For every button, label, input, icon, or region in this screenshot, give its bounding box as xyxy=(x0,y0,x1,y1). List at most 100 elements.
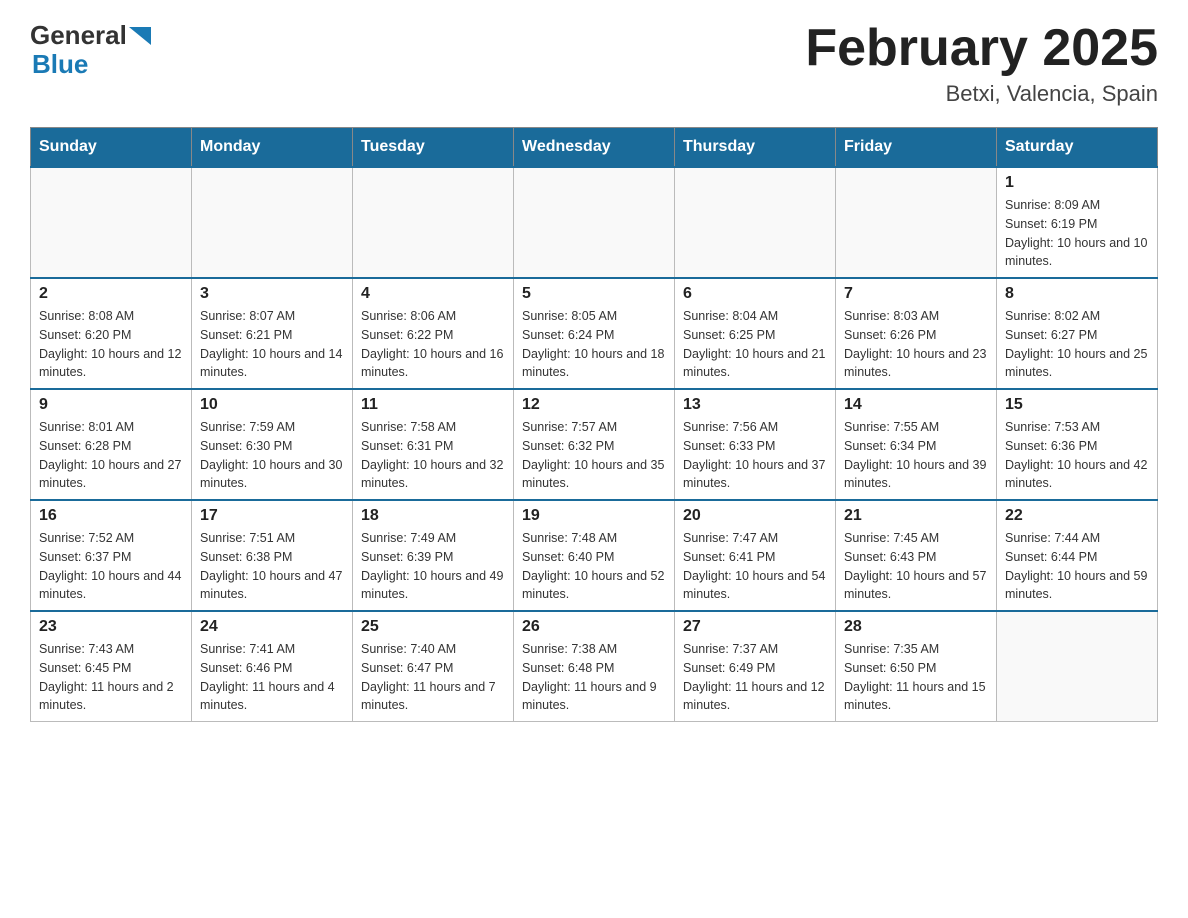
week-row-1: 1 Sunrise: 8:09 AMSunset: 6:19 PMDaylight… xyxy=(31,167,1158,278)
day-info: Sunrise: 8:06 AMSunset: 6:22 PMDaylight:… xyxy=(361,307,505,382)
calendar-cell xyxy=(836,167,997,278)
header-row: SundayMondayTuesdayWednesdayThursdayFrid… xyxy=(31,128,1158,168)
week-row-5: 23Sunrise: 7:43 AMSunset: 6:45 PMDayligh… xyxy=(31,611,1158,722)
calendar-cell: 10Sunrise: 7:59 AMSunset: 6:30 PMDayligh… xyxy=(192,389,353,500)
day-info: Sunrise: 7:48 AMSunset: 6:40 PMDaylight:… xyxy=(522,529,666,604)
day-info: Sunrise: 8:07 AMSunset: 6:21 PMDaylight:… xyxy=(200,307,344,382)
calendar-cell: 5 Sunrise: 8:05 AMSunset: 6:24 PMDaylight… xyxy=(514,278,675,389)
calendar-cell: 17Sunrise: 7:51 AMSunset: 6:38 PMDayligh… xyxy=(192,500,353,611)
calendar-body: 1 Sunrise: 8:09 AMSunset: 6:19 PMDaylight… xyxy=(31,167,1158,722)
day-number: 25 xyxy=(361,618,505,636)
logo-arrow-icon xyxy=(129,27,151,45)
day-info: Sunrise: 8:05 AMSunset: 6:24 PMDaylight:… xyxy=(522,307,666,382)
logo: General Blue xyxy=(30,20,151,80)
page-header: General Blue February 2025 Betxi, Valenc… xyxy=(30,20,1158,107)
calendar-cell: 28 Sunrise: 7:35 AMSunset: 6:50 PMDayligh… xyxy=(836,611,997,722)
logo-general-text: General xyxy=(30,20,127,51)
calendar-cell: 13 Sunrise: 7:56 AMSunset: 6:33 PMDayligh… xyxy=(675,389,836,500)
day-number: 2 xyxy=(39,285,183,303)
day-number: 22 xyxy=(1005,507,1149,525)
day-info: Sunrise: 7:55 AMSunset: 6:34 PMDaylight:… xyxy=(844,418,988,493)
header-cell-thursday: Thursday xyxy=(675,128,836,168)
calendar-cell: 26Sunrise: 7:38 AMSunset: 6:48 PMDayligh… xyxy=(514,611,675,722)
calendar-cell: 22 Sunrise: 7:44 AMSunset: 6:44 PMDayligh… xyxy=(997,500,1158,611)
week-row-2: 2Sunrise: 8:08 AMSunset: 6:20 PMDaylight… xyxy=(31,278,1158,389)
day-number: 27 xyxy=(683,618,827,636)
calendar-cell: 24Sunrise: 7:41 AMSunset: 6:46 PMDayligh… xyxy=(192,611,353,722)
calendar-subtitle: Betxi, Valencia, Spain xyxy=(805,81,1158,107)
calendar-cell xyxy=(675,167,836,278)
day-number: 4 xyxy=(361,285,505,303)
header-cell-tuesday: Tuesday xyxy=(353,128,514,168)
day-info: Sunrise: 7:43 AMSunset: 6:45 PMDaylight:… xyxy=(39,640,183,715)
day-number: 20 xyxy=(683,507,827,525)
logo-blue-text: Blue xyxy=(32,49,88,80)
day-number: 6 xyxy=(683,285,827,303)
calendar-cell: 16 Sunrise: 7:52 AMSunset: 6:37 PMDayligh… xyxy=(31,500,192,611)
title-block: February 2025 Betxi, Valencia, Spain xyxy=(805,20,1158,107)
day-number: 11 xyxy=(361,396,505,414)
day-number: 28 xyxy=(844,618,988,636)
day-info: Sunrise: 7:57 AMSunset: 6:32 PMDaylight:… xyxy=(522,418,666,493)
week-row-4: 16 Sunrise: 7:52 AMSunset: 6:37 PMDayligh… xyxy=(31,500,1158,611)
day-number: 8 xyxy=(1005,285,1149,303)
day-number: 9 xyxy=(39,396,183,414)
header-cell-wednesday: Wednesday xyxy=(514,128,675,168)
day-info: Sunrise: 8:04 AMSunset: 6:25 PMDaylight:… xyxy=(683,307,827,382)
day-info: Sunrise: 7:49 AMSunset: 6:39 PMDaylight:… xyxy=(361,529,505,604)
calendar-cell xyxy=(192,167,353,278)
calendar-cell: 1 Sunrise: 8:09 AMSunset: 6:19 PMDaylight… xyxy=(997,167,1158,278)
day-info: Sunrise: 7:47 AMSunset: 6:41 PMDaylight:… xyxy=(683,529,827,604)
calendar-cell: 18 Sunrise: 7:49 AMSunset: 6:39 PMDayligh… xyxy=(353,500,514,611)
day-number: 13 xyxy=(683,396,827,414)
calendar-cell: 23Sunrise: 7:43 AMSunset: 6:45 PMDayligh… xyxy=(31,611,192,722)
header-cell-sunday: Sunday xyxy=(31,128,192,168)
day-info: Sunrise: 7:53 AMSunset: 6:36 PMDaylight:… xyxy=(1005,418,1149,493)
calendar-cell: 27 Sunrise: 7:37 AMSunset: 6:49 PMDayligh… xyxy=(675,611,836,722)
day-info: Sunrise: 7:45 AMSunset: 6:43 PMDaylight:… xyxy=(844,529,988,604)
calendar-table: SundayMondayTuesdayWednesdayThursdayFrid… xyxy=(30,127,1158,722)
day-info: Sunrise: 7:58 AMSunset: 6:31 PMDaylight:… xyxy=(361,418,505,493)
day-number: 10 xyxy=(200,396,344,414)
header-cell-saturday: Saturday xyxy=(997,128,1158,168)
day-info: Sunrise: 7:38 AMSunset: 6:48 PMDaylight:… xyxy=(522,640,666,715)
calendar-cell: 15 Sunrise: 7:53 AMSunset: 6:36 PMDayligh… xyxy=(997,389,1158,500)
day-info: Sunrise: 7:37 AMSunset: 6:49 PMDaylight:… xyxy=(683,640,827,715)
day-info: Sunrise: 7:41 AMSunset: 6:46 PMDaylight:… xyxy=(200,640,344,715)
day-info: Sunrise: 7:56 AMSunset: 6:33 PMDaylight:… xyxy=(683,418,827,493)
calendar-cell xyxy=(997,611,1158,722)
header-cell-friday: Friday xyxy=(836,128,997,168)
calendar-cell: 25 Sunrise: 7:40 AMSunset: 6:47 PMDayligh… xyxy=(353,611,514,722)
calendar-cell: 11 Sunrise: 7:58 AMSunset: 6:31 PMDayligh… xyxy=(353,389,514,500)
calendar-cell: 3 Sunrise: 8:07 AMSunset: 6:21 PMDaylight… xyxy=(192,278,353,389)
day-number: 1 xyxy=(1005,174,1149,192)
calendar-title: February 2025 xyxy=(805,20,1158,77)
day-number: 16 xyxy=(39,507,183,525)
day-number: 3 xyxy=(200,285,344,303)
header-cell-monday: Monday xyxy=(192,128,353,168)
day-number: 17 xyxy=(200,507,344,525)
day-info: Sunrise: 7:52 AMSunset: 6:37 PMDaylight:… xyxy=(39,529,183,604)
day-number: 14 xyxy=(844,396,988,414)
day-info: Sunrise: 8:02 AMSunset: 6:27 PMDaylight:… xyxy=(1005,307,1149,382)
day-info: Sunrise: 7:40 AMSunset: 6:47 PMDaylight:… xyxy=(361,640,505,715)
day-number: 12 xyxy=(522,396,666,414)
calendar-cell: 14 Sunrise: 7:55 AMSunset: 6:34 PMDayligh… xyxy=(836,389,997,500)
day-info: Sunrise: 8:09 AMSunset: 6:19 PMDaylight:… xyxy=(1005,196,1149,271)
calendar-cell: 19 Sunrise: 7:48 AMSunset: 6:40 PMDayligh… xyxy=(514,500,675,611)
day-info: Sunrise: 7:44 AMSunset: 6:44 PMDaylight:… xyxy=(1005,529,1149,604)
day-info: Sunrise: 8:03 AMSunset: 6:26 PMDaylight:… xyxy=(844,307,988,382)
day-number: 15 xyxy=(1005,396,1149,414)
calendar-header: SundayMondayTuesdayWednesdayThursdayFrid… xyxy=(31,128,1158,168)
day-number: 5 xyxy=(522,285,666,303)
calendar-cell: 12 Sunrise: 7:57 AMSunset: 6:32 PMDayligh… xyxy=(514,389,675,500)
calendar-cell xyxy=(31,167,192,278)
day-number: 18 xyxy=(361,507,505,525)
day-info: Sunrise: 7:35 AMSunset: 6:50 PMDaylight:… xyxy=(844,640,988,715)
calendar-cell: 9Sunrise: 8:01 AMSunset: 6:28 PMDaylight… xyxy=(31,389,192,500)
calendar-cell: 4 Sunrise: 8:06 AMSunset: 6:22 PMDaylight… xyxy=(353,278,514,389)
day-number: 19 xyxy=(522,507,666,525)
calendar-cell xyxy=(353,167,514,278)
calendar-cell: 2Sunrise: 8:08 AMSunset: 6:20 PMDaylight… xyxy=(31,278,192,389)
calendar-cell xyxy=(514,167,675,278)
